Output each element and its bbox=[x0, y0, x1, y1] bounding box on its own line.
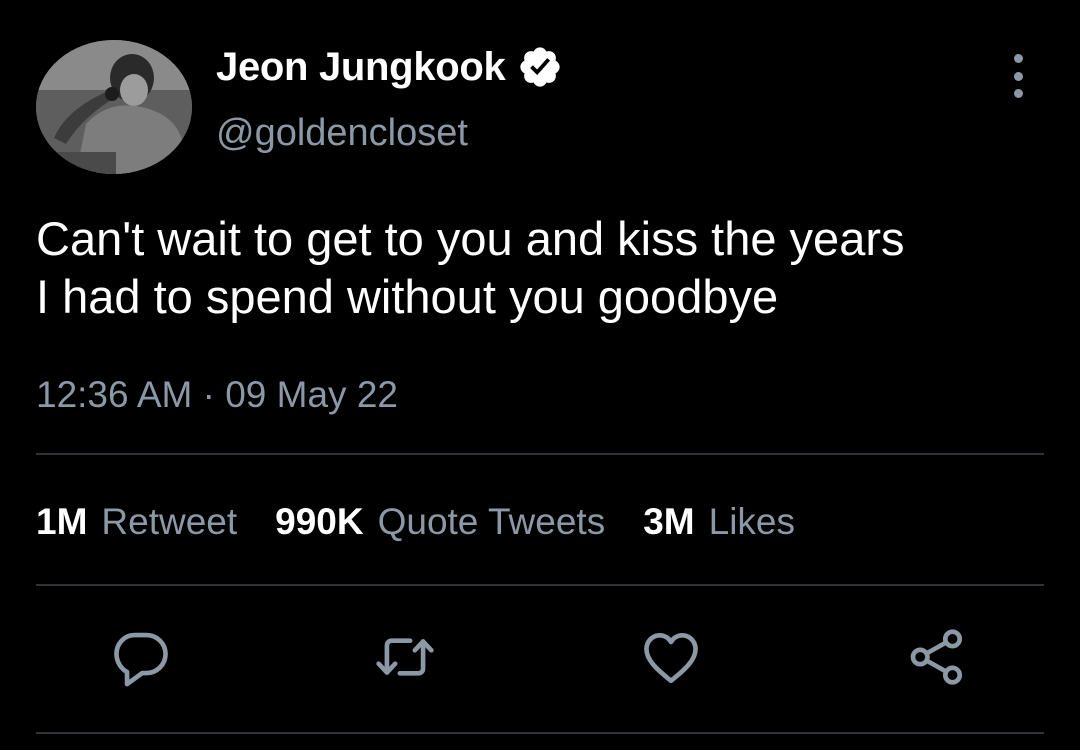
verified-badge-icon bbox=[520, 47, 561, 87]
avatar-photo bbox=[36, 40, 192, 174]
more-dot bbox=[1013, 71, 1023, 81]
share-icon[interactable] bbox=[906, 626, 968, 688]
stat-label: Quote Tweets bbox=[377, 501, 606, 542]
stat-count: 990K bbox=[275, 501, 364, 542]
display-name-text: Jeon Jungkook bbox=[216, 45, 506, 89]
tweet-text: Can't wait to get to you and kiss the ye… bbox=[36, 210, 1046, 326]
stat-count: 1M bbox=[36, 501, 88, 542]
tweet-detail: Jeon Jungkook @goldencloset Can't wait t… bbox=[0, 0, 1080, 750]
divider bbox=[36, 584, 1044, 586]
heart-icon[interactable] bbox=[640, 626, 702, 688]
user-handle[interactable]: @goldencloset bbox=[216, 110, 468, 156]
more-vertical-icon[interactable] bbox=[1004, 54, 1032, 98]
stat-retweets[interactable]: 1M Retweet bbox=[36, 498, 237, 546]
display-name[interactable]: Jeon Jungkook bbox=[216, 43, 563, 91]
more-dot bbox=[1013, 54, 1023, 63]
stat-likes[interactable]: 3M Likes bbox=[643, 498, 795, 546]
stat-label: Retweet bbox=[101, 501, 238, 542]
divider bbox=[36, 453, 1044, 455]
avatar[interactable] bbox=[36, 40, 192, 174]
stat-count: 3M bbox=[643, 501, 695, 542]
tweet-text-line: Can't wait to get to you and kiss the ye… bbox=[36, 212, 905, 265]
stat-quote-tweets[interactable]: 990K Quote Tweets bbox=[275, 498, 605, 546]
more-dot bbox=[1013, 89, 1023, 98]
reply-icon[interactable] bbox=[110, 626, 172, 688]
retweet-icon[interactable] bbox=[374, 626, 436, 688]
divider bbox=[36, 732, 1044, 734]
engagement-stats: 1M Retweet 990K Quote Tweets 3M Likes bbox=[36, 498, 833, 546]
tweet-timestamp[interactable]: 12:36 AM · 09 May 22 bbox=[36, 372, 398, 418]
stat-label: Likes bbox=[708, 501, 796, 542]
tweet-text-line: I had to spend without you goodbye bbox=[36, 270, 779, 323]
